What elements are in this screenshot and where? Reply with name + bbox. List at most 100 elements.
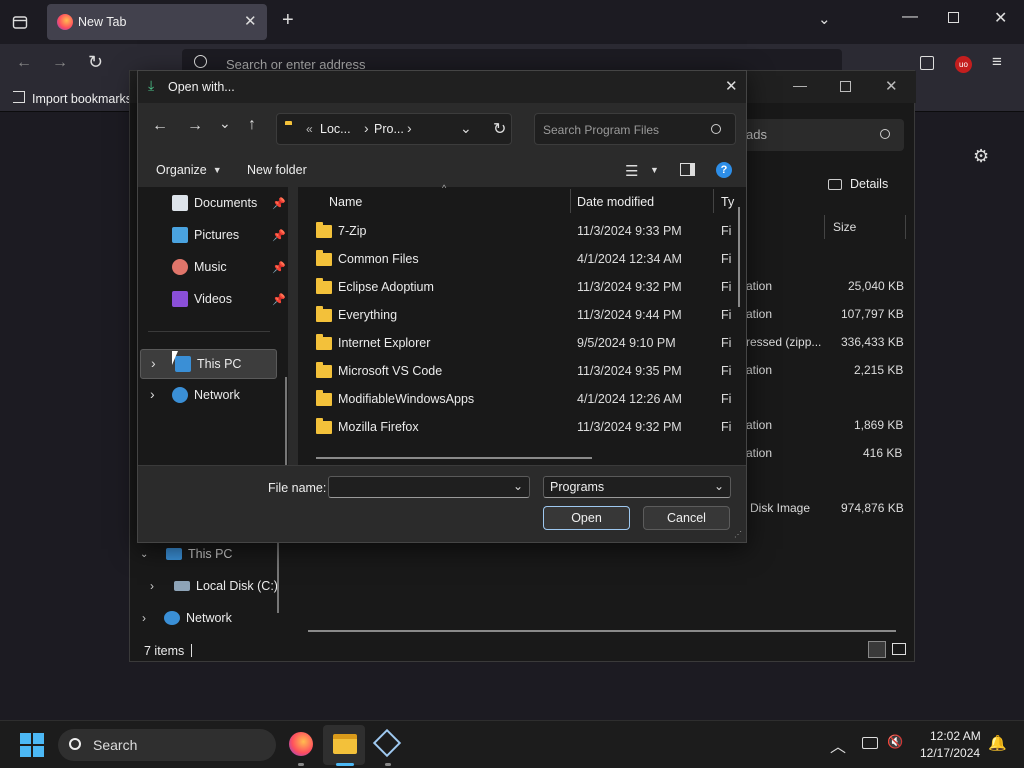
file-date: 11/3/2024 9:44 PM — [577, 308, 682, 322]
virtualbox-taskbar-icon[interactable] — [372, 728, 402, 758]
explorer-maximize-icon[interactable] — [840, 81, 851, 92]
back-icon[interactable]: ← — [152, 117, 168, 135]
details-view-icon[interactable] — [868, 641, 886, 658]
file-name: Mozilla Firefox — [338, 420, 419, 434]
resize-grip-icon[interactable]: ⋰ — [734, 530, 742, 539]
date-column-header[interactable]: Date modified — [577, 195, 654, 209]
file-explorer-taskbar-icon[interactable] — [333, 734, 357, 754]
table-row-size: 2,215 KB — [854, 363, 904, 377]
start-button[interactable] — [20, 733, 44, 757]
menu-icon[interactable]: ≡ — [992, 52, 1002, 72]
breadcrumb[interactable]: « Loc... › Pro... › ⌄ ↻ — [276, 113, 512, 145]
folder-icon — [316, 249, 332, 266]
dialog-close-icon[interactable]: ✕ — [725, 77, 738, 95]
explorer-minimize-icon[interactable]: — — [793, 77, 807, 93]
file-name: Common Files — [338, 252, 419, 266]
forward-icon[interactable]: → — [52, 54, 68, 72]
sidebar-item-this-pc[interactable]: ⌄ This PC — [140, 547, 232, 561]
minimize-icon[interactable]: — — [902, 8, 918, 26]
firefox-logo-icon — [57, 14, 73, 30]
explorer-search-box[interactable]: ads — [740, 119, 904, 151]
restore-icon[interactable] — [948, 12, 959, 23]
close-window-icon[interactable]: ✕ — [994, 8, 1007, 28]
type-column-header[interactable]: Ty — [721, 195, 734, 209]
chevron-down-icon[interactable]: ▼ — [650, 165, 659, 175]
clock-time[interactable]: 12:02 AM — [930, 729, 981, 743]
file-row[interactable]: Eclipse Adoptium 11/3/2024 9:32 PM Fi — [298, 273, 746, 301]
volume-muted-icon[interactable]: 🔇 — [887, 734, 903, 750]
size-column-header[interactable]: Size — [833, 220, 856, 234]
file-type: Fi — [721, 364, 732, 378]
file-name-input[interactable]: ⌄ — [328, 476, 530, 498]
sidebar-item-music[interactable]: Music 📌 — [138, 251, 288, 283]
documents-icon — [172, 195, 188, 211]
sidebar-item-documents[interactable]: Documents 📌 — [138, 187, 288, 219]
back-icon[interactable]: ← — [16, 54, 32, 72]
forward-icon[interactable]: → — [187, 117, 203, 135]
sidebar-item-local-disk[interactable]: › Local Disk (C:) — [150, 579, 278, 593]
chevron-right-icon: › — [142, 611, 146, 625]
file-row[interactable]: Mozilla Firefox 11/3/2024 9:32 PM Fi — [298, 413, 746, 441]
cancel-button[interactable]: Cancel — [643, 506, 730, 530]
help-icon[interactable]: ? — [716, 162, 732, 178]
file-row[interactable]: Everything 11/3/2024 9:44 PM Fi — [298, 301, 746, 329]
file-row[interactable]: Microsoft VS Code 11/3/2024 9:35 PM Fi — [298, 357, 746, 385]
address-dropdown-icon[interactable]: ⌄ — [460, 120, 472, 137]
notifications-bell-icon[interactable]: 🔔 — [988, 734, 1007, 752]
clock-date[interactable]: 12/17/2024 — [920, 746, 980, 760]
name-column-header[interactable]: Name — [329, 195, 362, 209]
file-row[interactable]: Common Files 4/1/2024 12:34 AM Fi — [298, 245, 746, 273]
vertical-scrollbar[interactable] — [738, 207, 740, 307]
new-folder-button[interactable]: New folder — [247, 163, 307, 177]
recent-locations-icon[interactable]: ⌄ — [219, 115, 231, 132]
sidebar-scrollbar[interactable] — [277, 543, 279, 613]
new-tab-button[interactable]: + — [282, 9, 294, 32]
chevron-right-icon: › — [364, 120, 369, 136]
file-type: Fi — [721, 280, 732, 294]
firefox-taskbar-icon[interactable] — [289, 732, 313, 756]
details-pane-button[interactable]: Details — [828, 177, 888, 191]
sidebar-item-pictures[interactable]: Pictures 📌 — [138, 219, 288, 251]
show-hidden-icons-icon[interactable]: ︿ — [830, 733, 846, 757]
tab-new-tab[interactable]: New Tab ✕ — [47, 4, 267, 40]
file-type-select[interactable]: Programs ⌄ — [543, 476, 731, 498]
ublock-icon[interactable]: uo — [955, 56, 972, 73]
organize-label: Organize — [156, 163, 207, 177]
list-tabs-icon[interactable]: ⌄ — [818, 10, 831, 28]
file-row[interactable]: Internet Explorer 9/5/2024 9:10 PM Fi — [298, 329, 746, 357]
table-row-size: 336,433 KB — [841, 335, 904, 349]
breadcrumb-segment[interactable]: Loc... — [320, 122, 351, 136]
sidebar-item-this-pc[interactable]: › This PC — [140, 349, 277, 379]
breadcrumb-segment[interactable]: Pro... — [374, 122, 404, 136]
explorer-close-icon[interactable]: ✕ — [885, 77, 898, 95]
view-options-icon[interactable]: ☰ — [625, 162, 638, 180]
extensions-icon[interactable] — [920, 56, 934, 70]
app-indicator — [298, 763, 304, 766]
horizontal-scrollbar[interactable] — [308, 630, 896, 632]
firefox-view-icon[interactable] — [8, 10, 32, 34]
taskbar-search[interactable]: Search — [58, 729, 276, 761]
search-input[interactable]: Search Program Files — [534, 113, 736, 145]
sidebar-item-network[interactable]: › Network — [142, 611, 232, 625]
table-row-size: 416 KB — [863, 446, 903, 460]
open-button[interactable]: Open — [543, 506, 630, 530]
settings-gear-icon[interactable]: ⚙ — [973, 146, 989, 167]
file-name: ModifiableWindowsApps — [338, 392, 475, 406]
breadcrumb-overflow[interactable]: « — [306, 122, 313, 136]
tiles-view-icon[interactable] — [892, 643, 906, 655]
file-row[interactable]: 7-Zip 11/3/2024 9:33 PM Fi — [298, 217, 746, 245]
preview-pane-icon[interactable] — [680, 163, 695, 176]
sidebar-item-network[interactable]: › Network — [138, 379, 288, 411]
file-row[interactable]: ModifiableWindowsApps 4/1/2024 12:26 AM Fi — [298, 385, 746, 413]
network-status-icon[interactable] — [862, 737, 878, 749]
reload-icon[interactable]: ↻ — [88, 52, 103, 73]
import-bookmarks-link[interactable]: Import bookmarks — [32, 92, 132, 106]
close-tab-icon[interactable]: ✕ — [244, 12, 257, 30]
up-icon[interactable]: ↑ — [248, 116, 256, 134]
organize-button[interactable]: Organize ▼ — [156, 163, 222, 177]
horizontal-scrollbar[interactable] — [316, 457, 592, 459]
file-date: 11/3/2024 9:32 PM — [577, 280, 682, 294]
refresh-icon[interactable]: ↻ — [493, 119, 506, 139]
sidebar-item-videos[interactable]: Videos 📌 — [138, 283, 288, 315]
app-indicator — [336, 763, 354, 766]
